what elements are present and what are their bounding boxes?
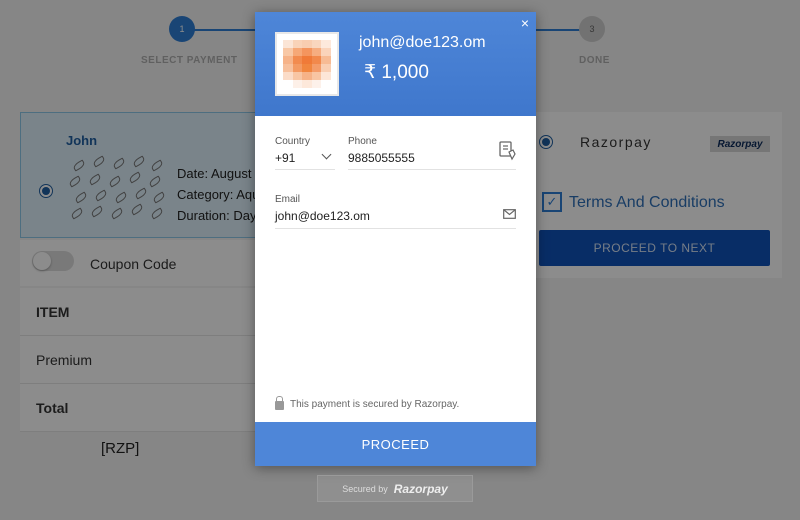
pixelated-avatar xyxy=(283,40,331,88)
lock-icon xyxy=(275,396,284,410)
chevron-down-icon[interactable] xyxy=(321,149,332,160)
country-select[interactable]: +91 xyxy=(275,151,295,165)
razorpay-brand: Razorpay xyxy=(393,481,448,496)
secured-by-badge: Secured by Razorpay xyxy=(317,475,473,502)
merchant-logo xyxy=(275,32,339,96)
phone-underline xyxy=(348,169,516,170)
razorpay-checkout-modal: × john@doe123.om ₹ 1,000 Country +91 Pho… xyxy=(255,12,536,466)
secure-note: This payment is secured by Razorpay. xyxy=(275,396,460,410)
payment-amount: ₹ 1,000 xyxy=(364,62,429,83)
phone-label: Phone xyxy=(348,136,377,147)
merchant-email: john@doe123.om xyxy=(359,34,486,51)
email-input[interactable]: john@doe123.om xyxy=(275,209,370,223)
modal-header: × john@doe123.om ₹ 1,000 xyxy=(255,12,536,116)
phone-input[interactable]: 9885055555 xyxy=(348,151,415,165)
country-underline xyxy=(275,169,335,170)
secured-by-prefix: Secured by xyxy=(342,483,388,494)
secure-note-text: This payment is secured by Razorpay. xyxy=(290,398,460,410)
email-label: Email xyxy=(275,194,301,205)
contact-card-icon[interactable] xyxy=(499,141,517,161)
email-underline xyxy=(275,228,516,229)
country-label: Country xyxy=(275,136,311,147)
close-icon[interactable]: × xyxy=(521,16,529,30)
proceed-button[interactable]: PROCEED xyxy=(255,422,536,466)
mail-icon xyxy=(503,209,516,219)
